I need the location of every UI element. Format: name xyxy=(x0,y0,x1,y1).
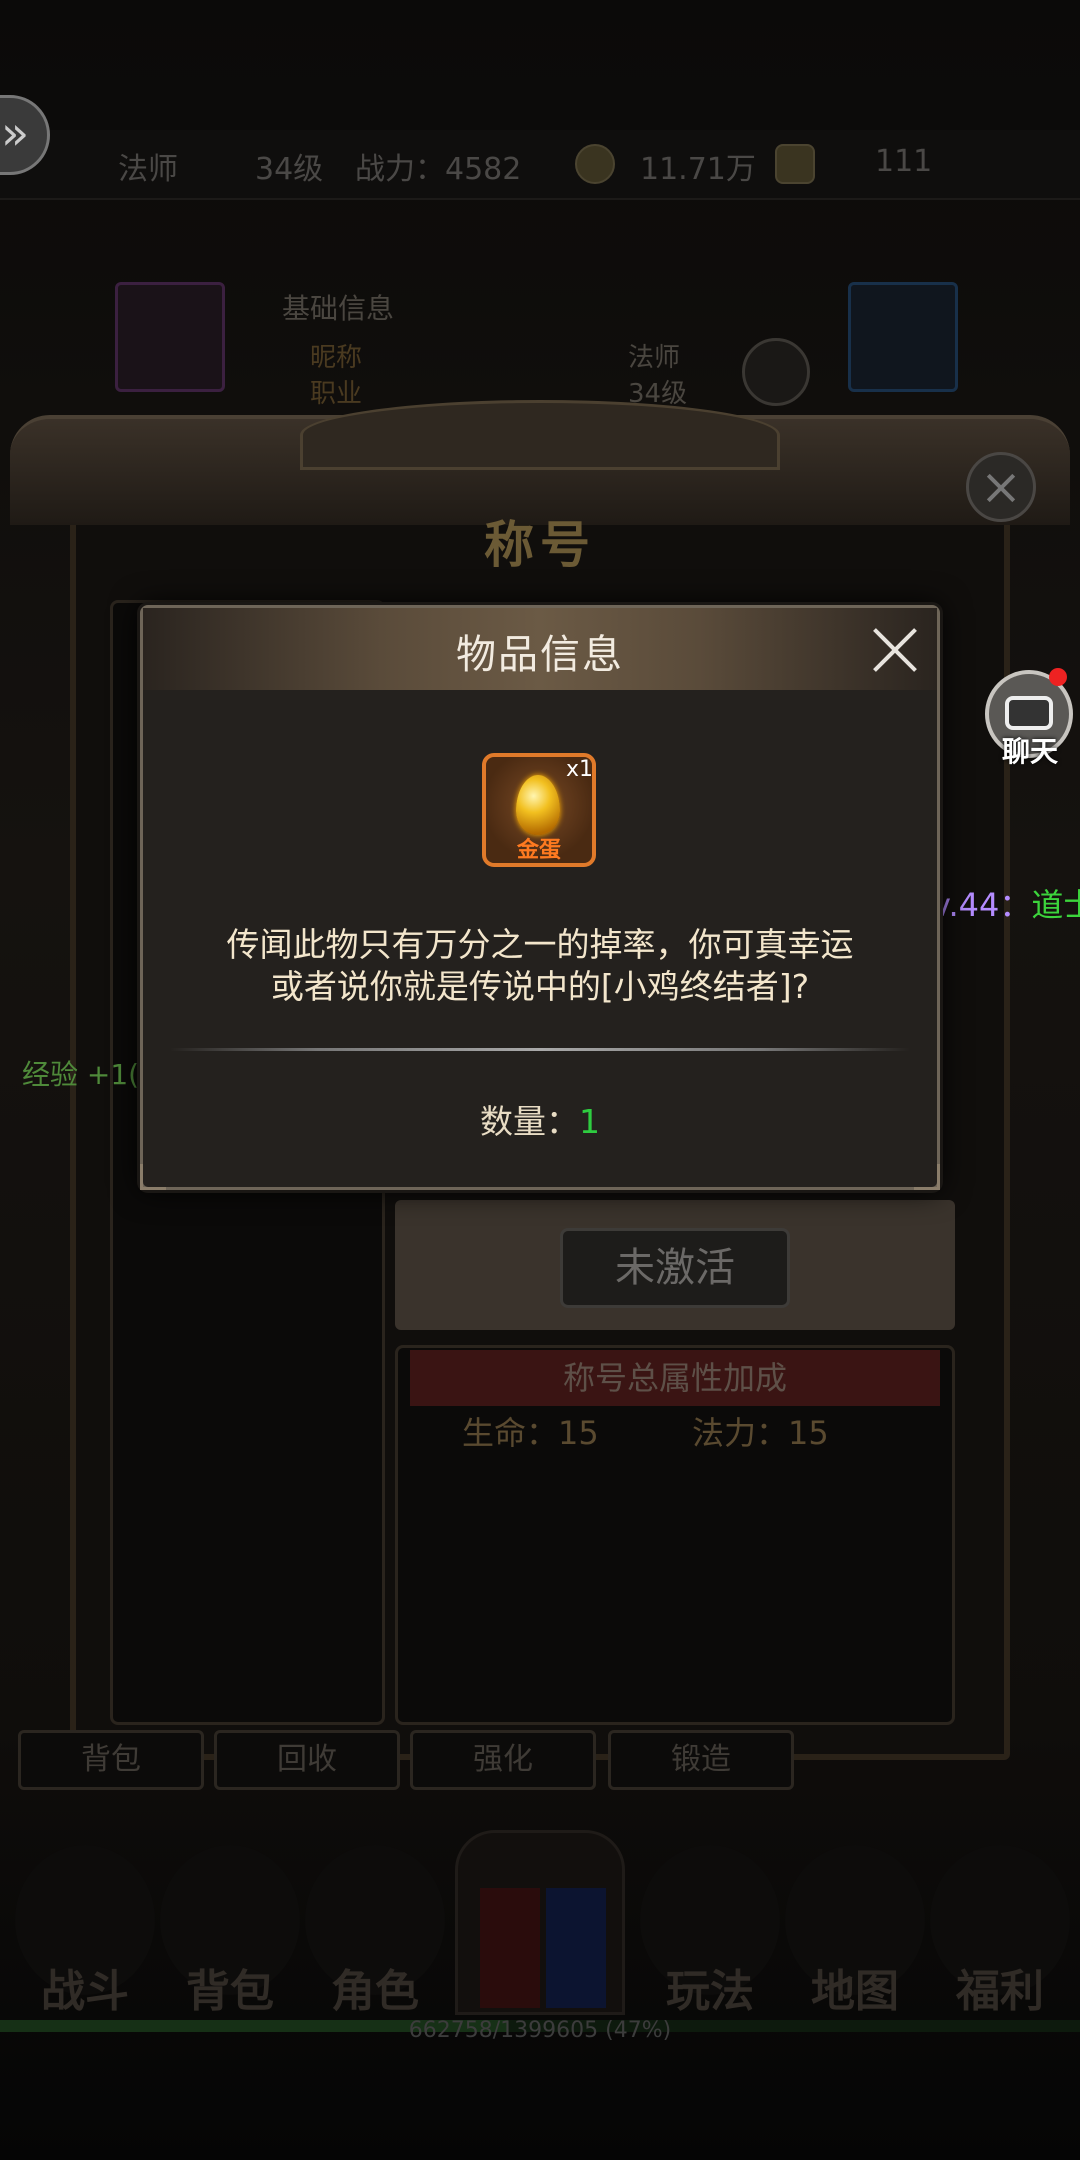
equipment-slot[interactable] xyxy=(115,282,225,392)
ingot-amount: 111 xyxy=(875,144,933,179)
title-window-close-button[interactable] xyxy=(966,452,1036,522)
gold-coin-icon xyxy=(575,144,615,184)
nav-character[interactable]: 角色 xyxy=(305,1955,445,2019)
hp-bar xyxy=(480,1888,540,2008)
basic-info-heading: 基础信息 xyxy=(282,292,395,325)
attribute-heading: 称号总属性加成 xyxy=(410,1350,940,1406)
profession-label: 职业 xyxy=(310,379,363,409)
item-count-badge: x1 xyxy=(566,757,594,782)
nav-welfare[interactable]: 福利 xyxy=(930,1955,1070,2019)
level-label: 34级 xyxy=(255,152,324,187)
nav-bag[interactable]: 背包 xyxy=(160,1955,300,2019)
top-status-bar: 法师 34级 战力：4582 11.71万 111 xyxy=(0,130,1080,200)
codex-icon[interactable] xyxy=(742,338,810,406)
nickname-label: 昵称 xyxy=(310,343,363,373)
dialog-corner xyxy=(140,1164,166,1190)
item-name: 金蛋 xyxy=(516,838,561,863)
class-label[interactable]: 法师 xyxy=(118,144,178,188)
chat-message-name: 道士 xyxy=(1031,886,1080,924)
close-icon[interactable] xyxy=(870,625,920,675)
quantity-label: 数量： xyxy=(480,1102,579,1141)
gold-amount: 11.71万 xyxy=(640,152,756,187)
dialog-corner xyxy=(914,1164,940,1190)
hp-mp-orb xyxy=(455,1830,625,2015)
notification-dot xyxy=(1049,668,1067,686)
item-quantity: 数量：1 xyxy=(143,1095,937,1143)
title-window-title: 称号 xyxy=(484,515,596,574)
mp-bar xyxy=(546,1888,606,2008)
ingot-icon xyxy=(775,144,815,184)
basic-info-values: 法师 34级 xyxy=(628,340,687,412)
description-line-2: 或者说你就是传说中的[小鸡终结者]? xyxy=(270,967,810,1006)
nav-battle[interactable]: 战斗 xyxy=(15,1955,155,2019)
tab-recycle[interactable]: 回收 xyxy=(214,1730,400,1790)
profession-value: 法师 xyxy=(628,343,681,373)
chat-icon xyxy=(1005,696,1053,730)
tab-bag[interactable]: 背包 xyxy=(18,1730,204,1790)
tab-forge[interactable]: 锻造 xyxy=(608,1730,794,1790)
attr-mp: 法力：15 xyxy=(692,1414,829,1452)
divider xyxy=(170,1048,910,1051)
exp-text: 662758/1399605 (47%) xyxy=(408,2018,672,2043)
quantity-value: 1 xyxy=(579,1102,600,1141)
attr-hp: 生命：15 xyxy=(462,1414,599,1452)
nav-map[interactable]: 地图 xyxy=(785,1955,925,2019)
item-description: 传闻此物只有万分之一的掉率，你可真幸运 或者说你就是传说中的[小鸡终结者]? xyxy=(143,924,937,1008)
nav-gameplay[interactable]: 玩法 xyxy=(640,1955,780,2019)
inactive-button[interactable]: 未激活 xyxy=(560,1228,790,1308)
dialog-title: 物品信息 xyxy=(456,632,624,678)
power-label: 战力：4582 xyxy=(355,152,522,187)
description-line-1: 传闻此物只有万分之一的掉率，你可真幸运 xyxy=(226,925,854,964)
tab-enhance[interactable]: 强化 xyxy=(410,1730,596,1790)
equipment-slot[interactable] xyxy=(848,282,958,392)
chat-label: 聊天 xyxy=(1001,735,1058,768)
title-ornament xyxy=(300,400,780,470)
